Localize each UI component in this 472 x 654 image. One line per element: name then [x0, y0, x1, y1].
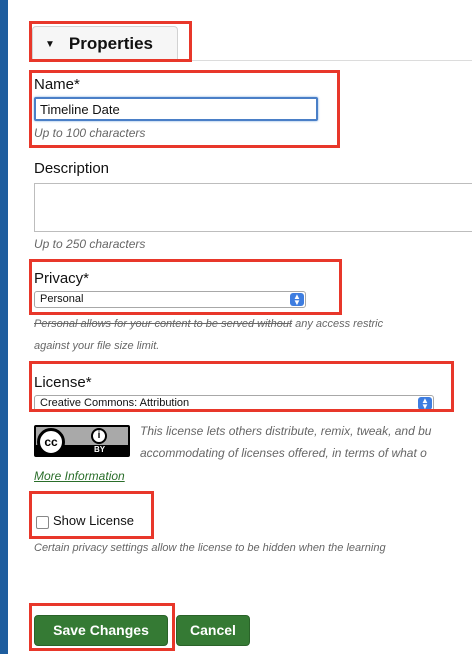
license-description-line2: accommodating of licenses offered, in te…: [140, 446, 427, 460]
description-hint: Up to 250 characters: [34, 237, 146, 251]
more-information-link[interactable]: More Information: [34, 469, 125, 483]
cc-by-text: BY: [94, 445, 106, 454]
tab-divider: [176, 60, 472, 61]
license-description-line1: This license lets others distribute, rem…: [140, 424, 432, 438]
highlight-show-license: [29, 491, 154, 539]
left-accent-bar: [0, 0, 8, 654]
highlight-privacy: [29, 259, 342, 315]
highlight-properties-tab: [29, 21, 192, 62]
description-textarea[interactable]: [34, 183, 472, 232]
show-license-hint: Certain privacy settings allow the licen…: [34, 542, 386, 554]
attribution-person-icon: i: [91, 428, 107, 444]
privacy-help-line2: against your file size limit.: [34, 340, 160, 352]
highlight-license: [29, 361, 454, 412]
cancel-button[interactable]: Cancel: [176, 615, 250, 646]
cc-by-license-badge: cc i BY: [34, 425, 130, 457]
highlight-name: [29, 70, 340, 148]
creative-commons-icon: cc: [37, 428, 65, 455]
description-label: Description: [34, 160, 110, 177]
privacy-help-text: Personal allows for your content to be s…: [34, 318, 383, 330]
privacy-help-struck: Personal allows for your content to be s…: [34, 318, 293, 330]
privacy-help-rest: any access restric: [292, 318, 384, 330]
highlight-save-changes: [29, 603, 175, 651]
